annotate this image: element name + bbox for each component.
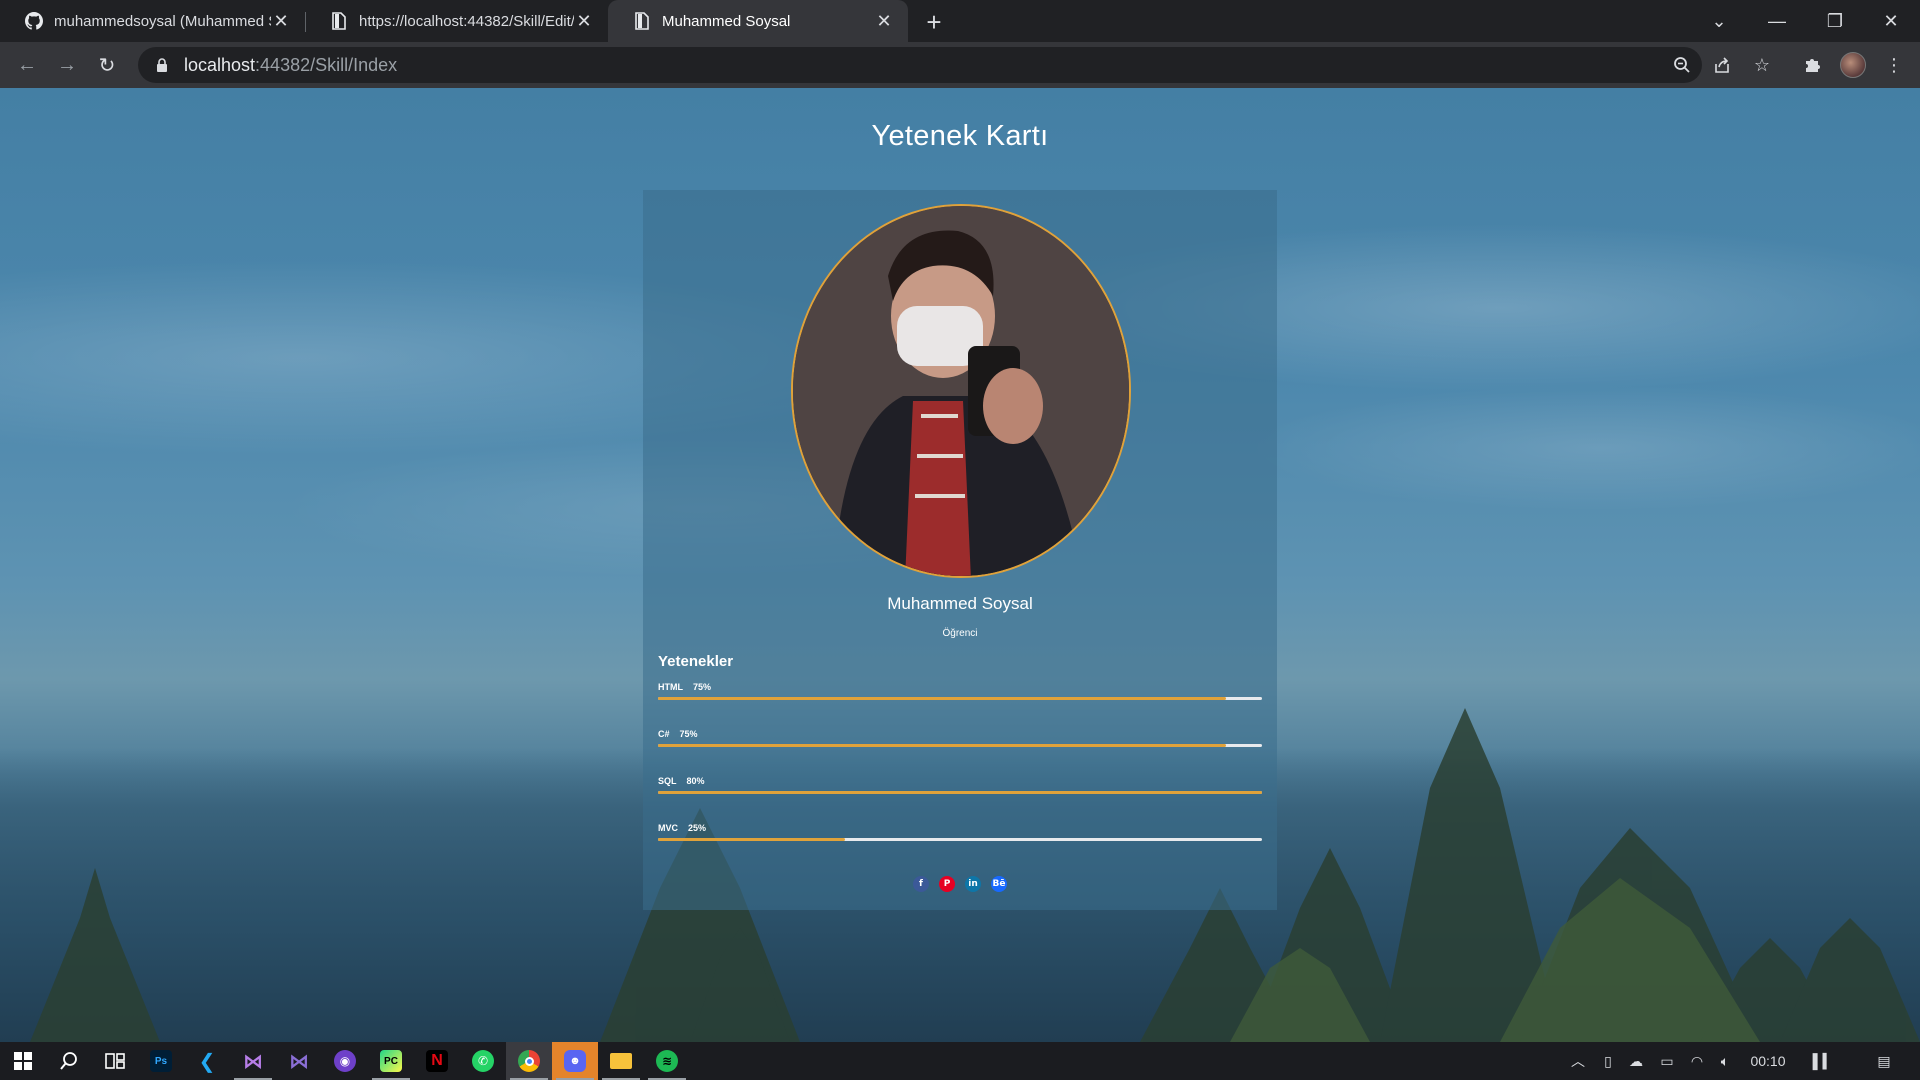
profile-name: Muhammed Soysal	[887, 594, 1033, 613]
back-arrow-icon[interactable]: ←	[12, 50, 42, 80]
whatsapp-icon[interactable]: ✆	[460, 1042, 506, 1080]
social-links: f P in Bē	[643, 876, 1277, 892]
pycharm-icon[interactable]: PC	[368, 1042, 414, 1080]
github-desktop-icon[interactable]: ◉	[322, 1042, 368, 1080]
pinterest-icon[interactable]: P	[939, 876, 955, 892]
profile-role: Öğrenci	[942, 628, 978, 639]
extensions-puzzle-icon[interactable]	[1797, 50, 1827, 80]
close-tab-icon[interactable]: ✕	[574, 11, 594, 31]
skills-heading: Yetenekler	[658, 653, 734, 670]
bookmark-star-icon[interactable]: ☆	[1747, 50, 1777, 80]
windows-taskbar: Ps ❮ ⋈ ⋈ ◉ PC N ✆ ☻ ≋ ︿ ▯ ☁ ▭ ◠ 🔈︎ 00:10…	[0, 1042, 1920, 1080]
facebook-icon[interactable]: f	[913, 876, 929, 892]
tab-title: Muhammed Soysal	[662, 12, 791, 30]
file-explorer-icon[interactable]	[598, 1042, 644, 1080]
skill-progress-fill	[658, 697, 1226, 700]
skill-progress-track	[658, 697, 1262, 700]
tab-skill-edit[interactable]: https://localhost:44382/Skill/Edit/ ✕	[305, 0, 608, 42]
skill-progress-fill	[658, 838, 846, 841]
skill-label: C# 75%	[658, 729, 698, 739]
profile-photo	[791, 204, 1131, 578]
skill-row-csharp: C# 75%	[658, 729, 1262, 759]
zoom-icon[interactable]	[1667, 50, 1697, 80]
page-viewport: Yetenek Kartı Muhammed Soysal Öğrenci Ye…	[0, 88, 1920, 1042]
page-title: Yetenek Kartı	[871, 120, 1049, 152]
vscode-icon[interactable]: ❮	[184, 1042, 230, 1080]
chrome-icon[interactable]	[506, 1042, 552, 1080]
linkedin-icon[interactable]: in	[965, 876, 981, 892]
wifi-icon[interactable]: ◠	[1684, 1042, 1710, 1080]
battery-icon[interactable]: ▭	[1654, 1042, 1680, 1080]
tab-muhammed-soysal[interactable]: Muhammed Soysal ✕	[608, 0, 908, 42]
skill-progress-fill	[658, 791, 1262, 794]
skill-progress-fill	[658, 744, 1226, 747]
page-icon	[632, 11, 652, 31]
task-view-icon[interactable]	[92, 1042, 138, 1080]
chrome-menu-icon[interactable]: ⋮	[1879, 50, 1909, 80]
photoshop-icon[interactable]: Ps	[138, 1042, 184, 1080]
tab-search-icon[interactable]: ⌄	[1690, 0, 1748, 42]
skill-label: MVC 25%	[658, 823, 707, 833]
tab-title: muhammedsoysal (Muhammed S	[54, 12, 271, 30]
skill-progress-track	[658, 744, 1262, 747]
forward-arrow-icon[interactable]: →	[52, 50, 82, 80]
share-icon[interactable]	[1707, 50, 1737, 80]
browser-toolbar: ← → ↻ localhost:44382/Skill/Index ☆ ⋮	[0, 42, 1920, 88]
visual-studio-preview-icon[interactable]: ⋈	[276, 1042, 322, 1080]
browser-tab-bar: muhammedsoysal (Muhammed S ✕ https://loc…	[0, 0, 1920, 42]
behance-icon[interactable]: Bē	[991, 876, 1007, 892]
reload-icon[interactable]: ↻	[92, 50, 122, 80]
url-host: localhost	[184, 54, 256, 75]
volume-icon[interactable]: 🔈︎	[1712, 1042, 1738, 1080]
new-tab-button[interactable]: +	[920, 7, 948, 37]
address-bar[interactable]: localhost:44382/Skill/Index	[138, 47, 1702, 83]
taskbar-clock[interactable]: 00:10	[1742, 1042, 1794, 1080]
spotify-icon[interactable]: ≋	[644, 1042, 690, 1080]
skill-label: HTML 75%	[658, 682, 712, 692]
tab-title: https://localhost:44382/Skill/Edit/	[359, 12, 574, 30]
skill-row-sql: SQL 80%	[658, 776, 1262, 806]
onedrive-error-icon[interactable]: ☁	[1622, 1042, 1650, 1080]
minimize-window-icon[interactable]: —	[1748, 0, 1806, 42]
close-window-icon[interactable]: ✕	[1862, 0, 1920, 42]
windows-start-icon[interactable]	[0, 1042, 46, 1080]
visual-studio-icon[interactable]: ⋈	[230, 1042, 276, 1080]
lock-icon[interactable]	[152, 55, 172, 75]
show-hidden-icons-chevron-icon[interactable]: ︿	[1565, 1042, 1591, 1080]
discord-icon[interactable]: ☻	[552, 1042, 598, 1080]
language-bar-icon[interactable]: ▌▍	[1810, 1042, 1836, 1080]
skill-row-html: HTML 75%	[658, 682, 1262, 712]
search-icon[interactable]	[46, 1042, 92, 1080]
skill-progress-track	[658, 838, 1262, 841]
restore-window-icon[interactable]: ❐	[1806, 0, 1864, 42]
skill-card: Muhammed Soysal Öğrenci Yetenekler HTML 7…	[643, 190, 1277, 910]
skill-row-mvc: MVC 25%	[658, 823, 1262, 853]
device-icon[interactable]: ▯	[1596, 1042, 1620, 1080]
skill-progress-track	[658, 791, 1262, 794]
tab-github-profile[interactable]: muhammedsoysal (Muhammed S ✕	[0, 0, 305, 42]
page-icon	[329, 11, 349, 31]
netflix-icon[interactable]: N	[414, 1042, 460, 1080]
skill-label: SQL 80%	[658, 776, 705, 786]
close-tab-icon[interactable]: ✕	[874, 11, 894, 31]
url-path: :44382/Skill/Index	[255, 54, 398, 75]
profile-avatar[interactable]	[1840, 52, 1866, 78]
github-icon	[24, 11, 44, 31]
close-tab-icon[interactable]: ✕	[271, 11, 291, 31]
notifications-icon[interactable]: ▤	[1866, 1042, 1902, 1080]
